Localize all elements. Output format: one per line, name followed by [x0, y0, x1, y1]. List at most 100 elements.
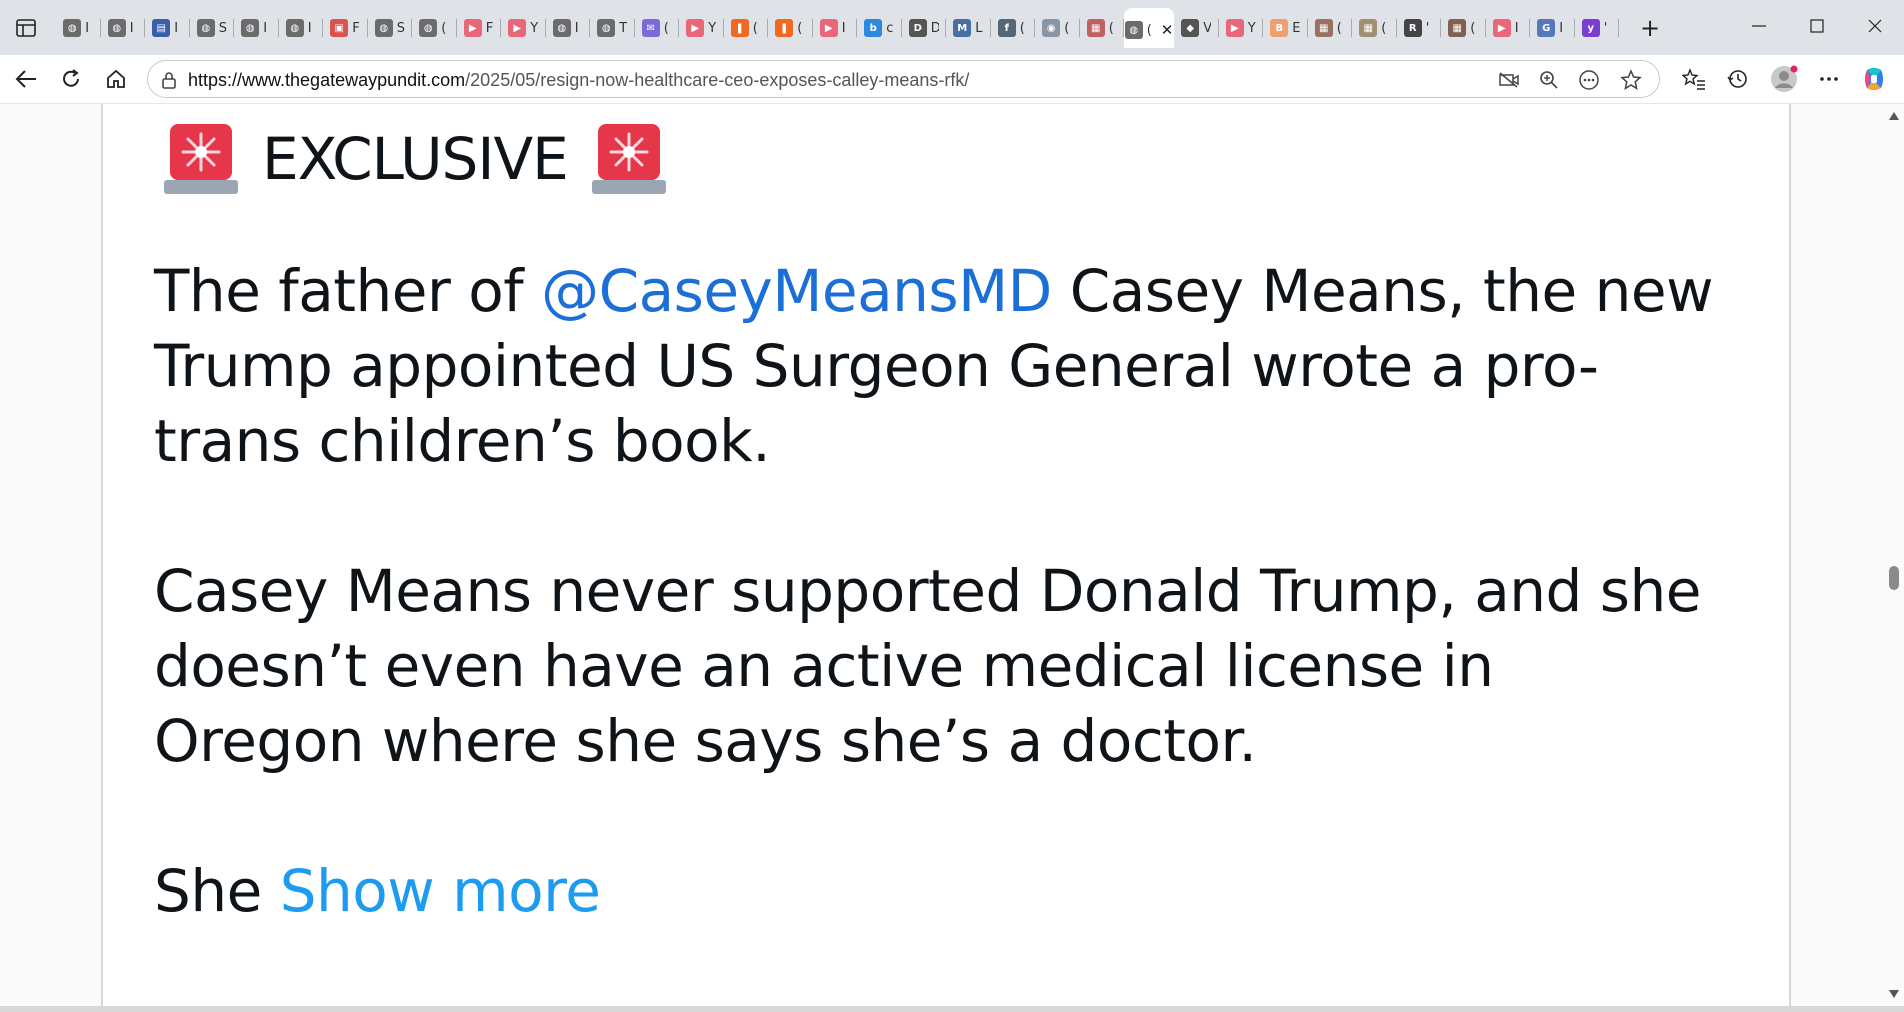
minimize-icon [1752, 25, 1766, 27]
browser-tab[interactable]: ▶ I [813, 8, 858, 48]
tab-actions-button[interactable] [10, 13, 42, 43]
browser-tab[interactable]: ▦( [1441, 8, 1486, 48]
browser-tab[interactable]: ▦( [1080, 8, 1125, 48]
tab-title-fragment: ( [752, 20, 758, 36]
browser-tab[interactable]: ◍ I [56, 8, 101, 48]
tab-title-fragment: I [307, 20, 312, 36]
back-button[interactable] [10, 63, 42, 95]
tab-active[interactable]: ◍(✕ [1124, 8, 1174, 48]
browser-tab[interactable]: ▤ I [145, 8, 190, 48]
tab-title-fragment: T [619, 20, 628, 36]
scrollbar-thumb[interactable] [1889, 566, 1899, 590]
tab-title-fragment: L [975, 20, 983, 36]
lock-icon[interactable] [156, 67, 182, 93]
tabs-row: ◍ I ◍ I ▤ I ◍ S ◍ I ◍ I ▣ F ◍ S ◍(▶ F ▶ Y ◍ I ◍ T ✉(▶ Y ❚(❚(▶ Ib c D D… [56, 8, 1626, 48]
tab-title-fragment: I [263, 20, 268, 36]
browser-tab[interactable]: ◍ I [101, 8, 146, 48]
tab-title-fragment: ( [1146, 22, 1152, 38]
browser-tab[interactable]: R ' [1397, 8, 1442, 48]
favorites-list-icon [1682, 68, 1705, 90]
browser-tab[interactable]: ◍ T [590, 8, 635, 48]
copilot-button[interactable] [1858, 63, 1890, 95]
zoom-icon[interactable] [1536, 67, 1562, 93]
minimize-button[interactable] [1736, 10, 1782, 42]
p1-text-before: The father of [154, 257, 542, 325]
dr-icon: D [908, 19, 927, 37]
browser-tab[interactable]: bc [857, 8, 902, 48]
favorites-button[interactable] [1678, 63, 1710, 95]
copilot-icon [1865, 68, 1883, 90]
browser-tab[interactable]: ◍ S [190, 8, 235, 48]
history-button[interactable] [1722, 63, 1754, 95]
browser-tab[interactable]: ◍ I [234, 8, 279, 48]
refresh-button[interactable] [55, 63, 87, 95]
tab-title-fragment: ( [1381, 20, 1387, 36]
tab-title-fragment: ( [1336, 20, 1342, 36]
tab-title-fragment: ( [1064, 20, 1070, 36]
browser-tab[interactable]: ▦( [1352, 8, 1397, 48]
close-window-button[interactable] [1852, 10, 1898, 42]
browser-tab[interactable]: ◍ I [279, 8, 324, 48]
thumbnail-icon: ▦ [1359, 19, 1378, 37]
settings-more-button[interactable] [1813, 63, 1845, 95]
show-more-link[interactable]: Show more [280, 857, 601, 925]
close-tab-icon[interactable]: ✕ [1161, 21, 1174, 39]
browser-tab[interactable]: ▶ F [457, 8, 502, 48]
tab-title-fragment: Y [530, 20, 539, 36]
mail-icon: ✉ [641, 19, 660, 37]
scroll-up-arrow-icon[interactable] [1888, 110, 1900, 122]
browser-tab[interactable]: ML [946, 8, 991, 48]
vertical-scrollbar[interactable] [1884, 104, 1904, 1008]
address-bar[interactable]: https://www.thegatewaypundit.com/2025/05… [147, 60, 1660, 98]
news-icon: ▤ [152, 19, 171, 37]
page-viewport: EXCLUSIVE The father of @CaseyMeansMD Ca… [0, 104, 1904, 1008]
home-button[interactable] [100, 63, 132, 95]
browser-tab[interactable]: ▦( [1308, 8, 1353, 48]
tab-title-fragment: F [485, 20, 494, 36]
globe-icon: ◍ [63, 19, 82, 37]
browser-tab[interactable]: ✉( [635, 8, 680, 48]
mention-link[interactable]: @CaseyMeansMD [541, 257, 1052, 325]
browser-tab[interactable]: BE [1263, 8, 1308, 48]
browser-tab[interactable]: ▶ Y [501, 8, 546, 48]
tab-title-fragment: I [1514, 20, 1519, 36]
browser-tab[interactable]: DD [902, 8, 947, 48]
browser-tab[interactable]: ◍ S [368, 8, 413, 48]
browser-tab[interactable]: ◉( [1035, 8, 1080, 48]
url-text[interactable]: https://www.thegatewaypundit.com/2025/05… [188, 70, 969, 91]
yahoo-icon: y [1581, 19, 1600, 37]
browser-tab[interactable]: y ' [1575, 8, 1620, 48]
tab-title-fragment: S [218, 20, 227, 36]
browser-tab[interactable]: f( [991, 8, 1036, 48]
browser-tab[interactable]: ◍ I [546, 8, 591, 48]
scroll-down-arrow-icon[interactable] [1888, 988, 1900, 1000]
tab-title-fragment: I [841, 20, 846, 36]
tab-title-fragment: F [352, 20, 360, 36]
browser-tab[interactable]: ▣ F [323, 8, 368, 48]
browser-tab[interactable]: ❚( [768, 8, 813, 48]
browser-tab[interactable]: ▶ Y [1219, 8, 1264, 48]
new-tab-button[interactable]: + [1636, 14, 1664, 42]
tab-strip: ◍ I ◍ I ▤ I ◍ S ◍ I ◍ I ▣ F ◍ S ◍(▶ F ▶ Y ◍ I ◍ T ✉(▶ Y ❚(❚(▶ Ib c D D… [0, 0, 1904, 56]
thumbnail-icon: ▦ [1314, 19, 1333, 37]
maximize-button[interactable] [1794, 10, 1840, 42]
browser-tab[interactable]: ❚( [724, 8, 769, 48]
p3-text-before: She [154, 857, 280, 925]
tab-title-fragment: I [1559, 20, 1564, 36]
browser-tab[interactable]: ▶ I [1486, 8, 1531, 48]
browser-tab[interactable]: ◍( [412, 8, 457, 48]
tab-title-fragment: I [85, 20, 90, 36]
tab-title-fragment: I [129, 20, 134, 36]
profile-button[interactable] [1768, 63, 1800, 95]
favorite-star-icon[interactable] [1618, 67, 1644, 93]
url-host: https://www.thegatewaypundit.com [188, 70, 466, 90]
globe-icon: ◍ [597, 19, 616, 37]
camera-blocked-icon[interactable] [1496, 67, 1522, 93]
tab-title-fragment: Y [1247, 20, 1256, 36]
youtube-icon: ▶ [1492, 19, 1511, 37]
browser-tab[interactable]: GI [1530, 8, 1575, 48]
browser-tab[interactable]: ▶ Y [679, 8, 724, 48]
refresh-icon [63, 69, 79, 87]
extensions-more-icon[interactable] [1576, 67, 1602, 93]
browser-tab[interactable]: ◆ V [1174, 8, 1219, 48]
